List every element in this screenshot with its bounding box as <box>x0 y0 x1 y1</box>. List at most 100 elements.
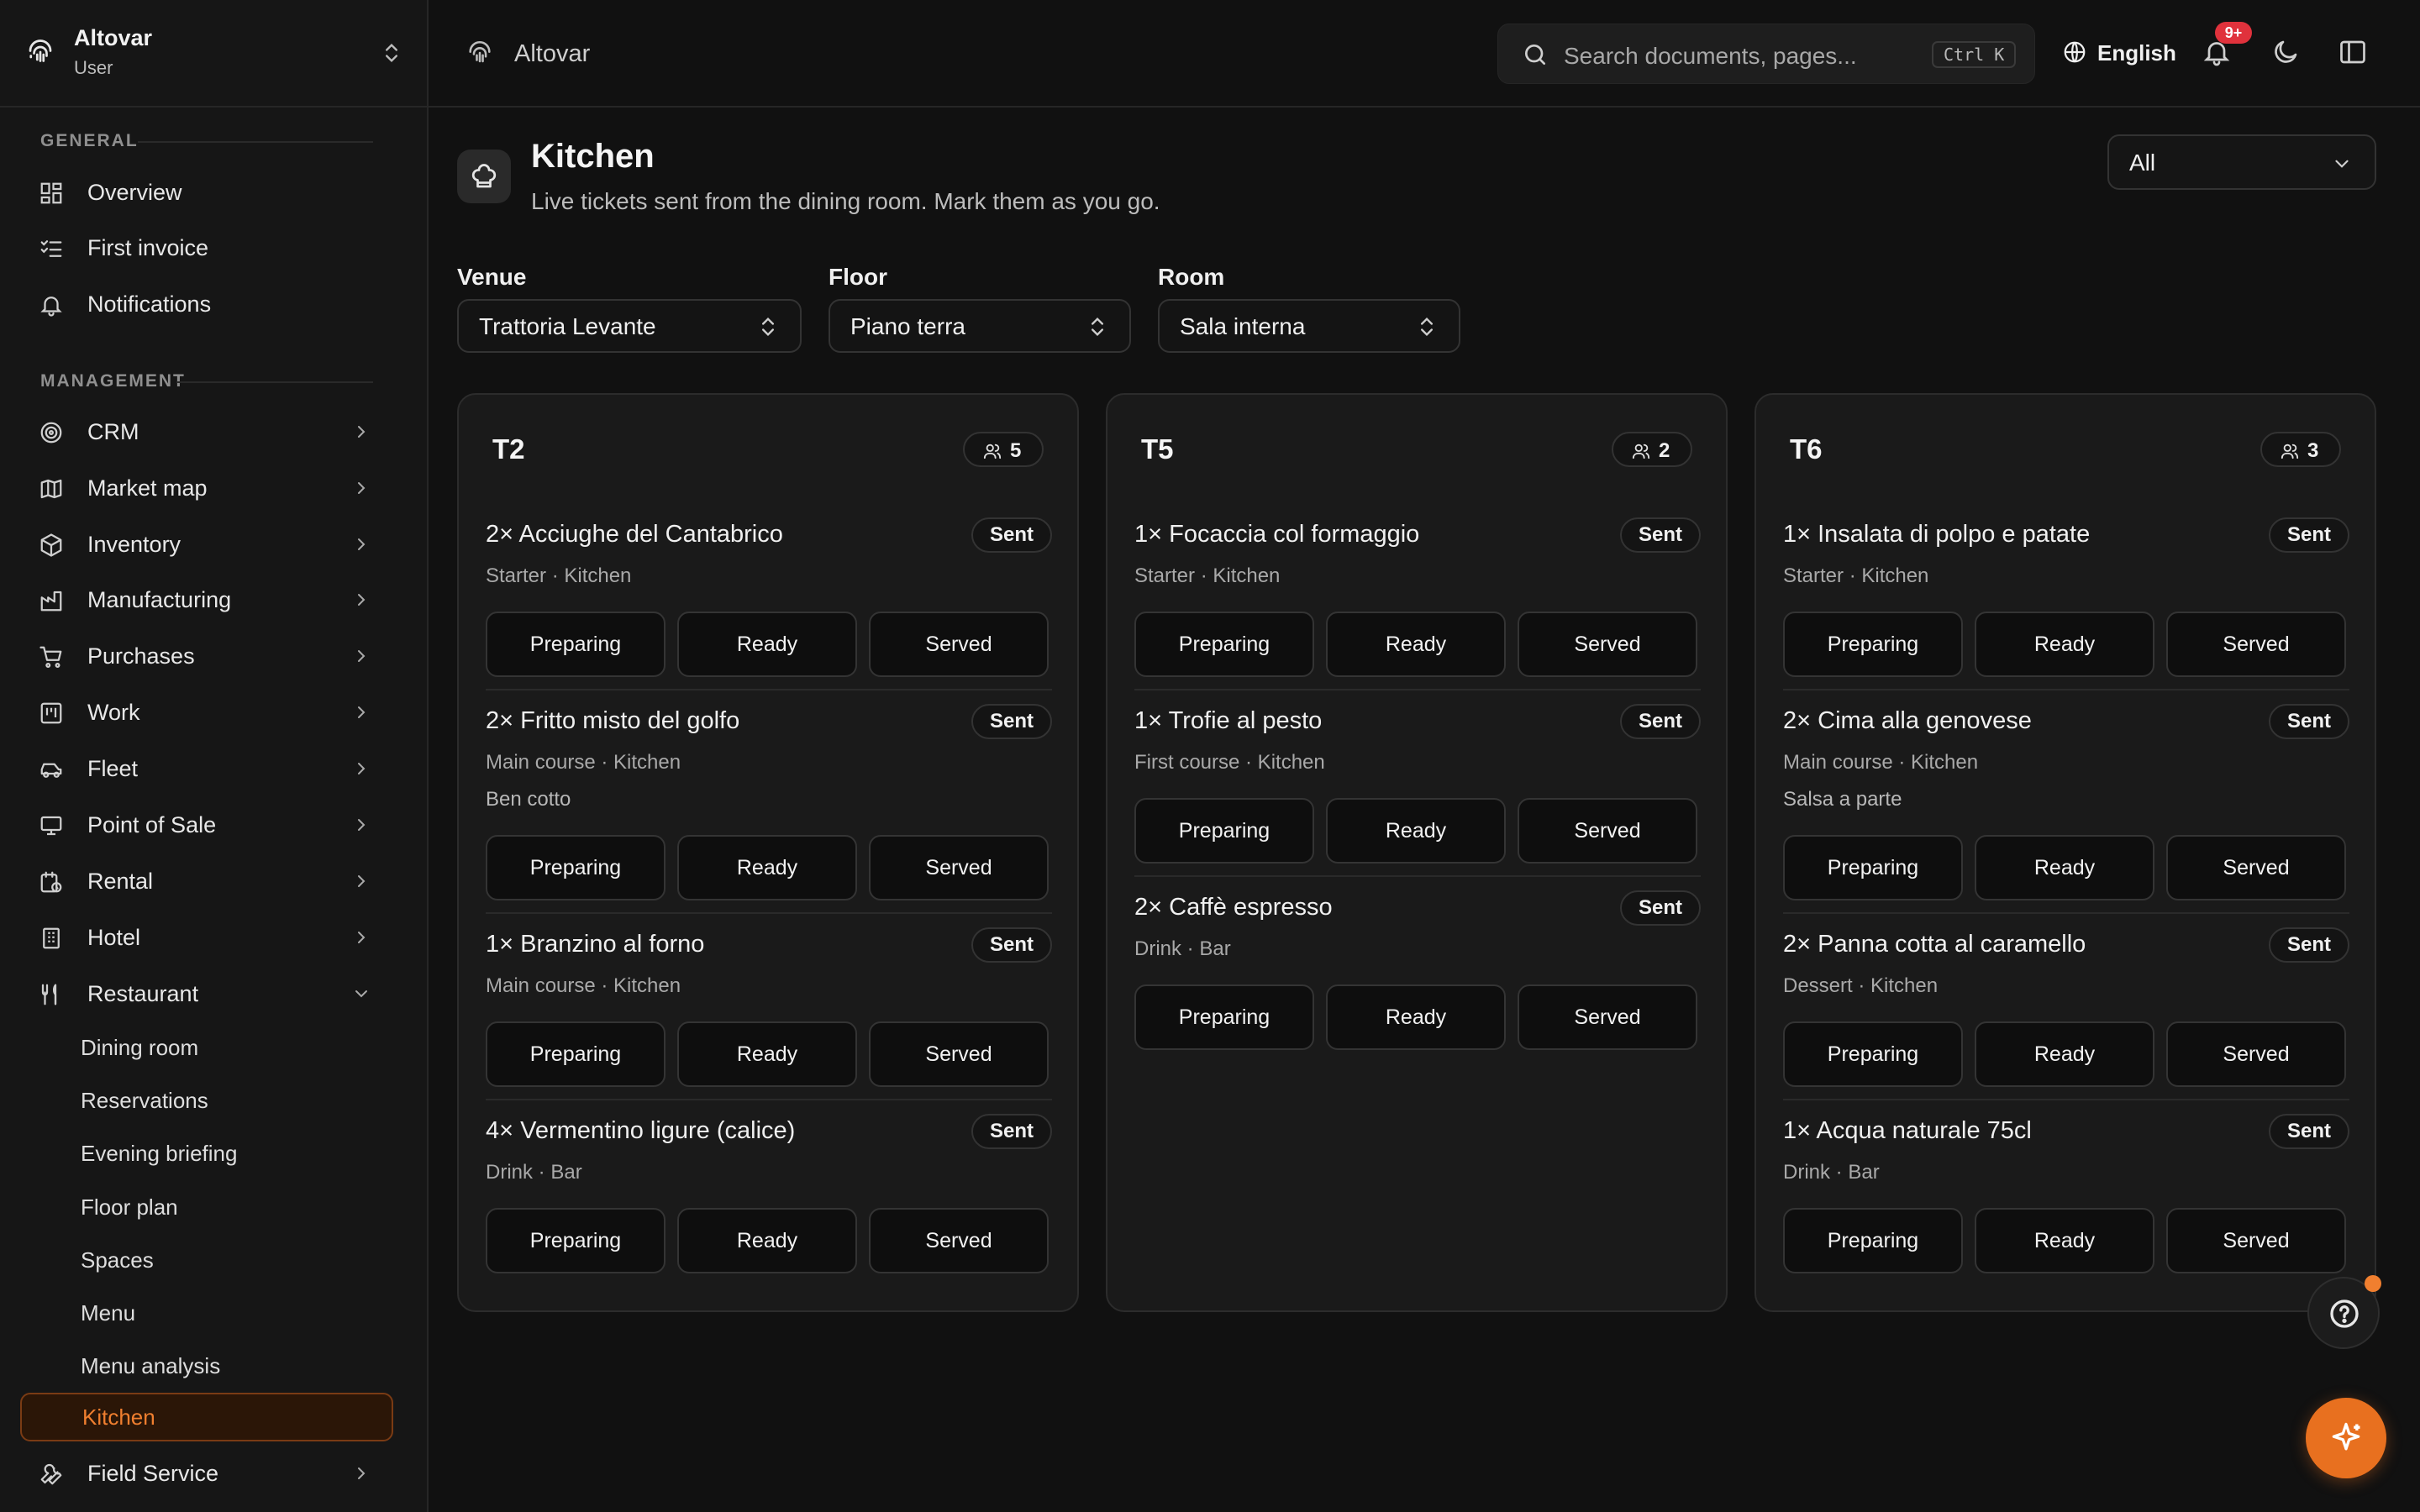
sidebar-item-market-map[interactable]: Market map <box>20 464 390 512</box>
sidebar-subitem-dining-room[interactable]: Dining room <box>20 1023 393 1072</box>
sidebar-item-label: First invoice <box>87 234 209 260</box>
status-badge: Sent <box>2268 1114 2349 1149</box>
served-button[interactable]: Served <box>1518 984 1697 1050</box>
served-button[interactable]: Served <box>2166 1021 2346 1087</box>
ticket-item-meta: Drink · Bar <box>486 1161 582 1184</box>
preparing-button[interactable]: Preparing <box>486 835 666 900</box>
ticket-item-note: Salsa a parte <box>1783 788 1902 811</box>
served-button[interactable]: Served <box>2166 835 2346 900</box>
preparing-button[interactable]: Preparing <box>1134 984 1314 1050</box>
sidebar-subitem-reservations[interactable]: Reservations <box>20 1076 393 1125</box>
sidebar-item-manufacturing[interactable]: Manufacturing <box>20 575 390 624</box>
sidebar-subitem-kitchen[interactable]: Kitchen <box>20 1393 393 1441</box>
ready-button[interactable]: Ready <box>1975 612 2154 677</box>
ready-button[interactable]: Ready <box>1975 835 2154 900</box>
sidebar-item-restaurant[interactable]: Restaurant <box>20 969 390 1018</box>
preparing-button[interactable]: Preparing <box>1134 612 1314 677</box>
ready-button[interactable]: Ready <box>677 835 857 900</box>
ready-button[interactable]: Ready <box>677 612 857 677</box>
room-value: Sala interna <box>1180 313 1306 339</box>
served-button[interactable]: Served <box>1518 798 1697 864</box>
box-icon <box>40 533 62 557</box>
language-selector[interactable]: English <box>2062 37 2180 71</box>
ready-button[interactable]: Ready <box>677 1208 857 1273</box>
sidebar-item-work[interactable]: Work <box>20 688 390 737</box>
chevrons-up-down-icon <box>386 44 397 62</box>
sidebar-item-rental[interactable]: Rental <box>20 857 390 906</box>
ready-button[interactable]: Ready <box>677 1021 857 1087</box>
sidebar-item-label: Market map <box>87 475 208 501</box>
help-indicator-dot <box>2365 1275 2381 1292</box>
users-icon <box>2281 444 2299 459</box>
sidebar-item-purchases[interactable]: Purchases <box>20 632 390 680</box>
venue-value: Trattoria Levante <box>479 313 656 339</box>
workspace-switcher[interactable]: Altovar User <box>0 0 429 108</box>
ticket-item-meta: Starter · Kitchen <box>1134 564 1281 587</box>
ticket-item-meta: Drink · Bar <box>1134 937 1231 960</box>
breadcrumb[interactable]: Altovar <box>514 40 590 68</box>
served-button[interactable]: Served <box>869 835 1049 900</box>
served-button[interactable]: Served <box>869 1021 1049 1087</box>
sidebar-item-overview[interactable]: Overview <box>20 168 390 217</box>
status-badge: Sent <box>971 927 1052 963</box>
sidebar-subitem-menu-analysis[interactable]: Menu analysis <box>20 1341 393 1390</box>
sidebar-item-first-invoice[interactable]: First invoice <box>20 223 390 272</box>
search-input[interactable]: Search documents, pages... Ctrl K <box>1497 24 2035 84</box>
status-filter-select[interactable]: All <box>2107 134 2376 190</box>
sidebar-item-label: CRM <box>87 418 139 444</box>
ticket-item-meta: Starter · Kitchen <box>486 564 632 587</box>
moon-icon[interactable] <box>2270 37 2301 67</box>
sidebar-item-label: Field Service <box>87 1460 219 1486</box>
room-select[interactable]: Sala interna <box>1158 299 1460 353</box>
preparing-button[interactable]: Preparing <box>1134 798 1314 864</box>
ticket-item-name: 1× Insalata di polpo e patate <box>1783 521 2091 548</box>
sidebar-item-label: Overview <box>87 179 182 205</box>
ready-button[interactable]: Ready <box>1326 612 1506 677</box>
floor-select[interactable]: Piano terra <box>829 299 1131 353</box>
sidebar-subitem-menu[interactable]: Menu <box>20 1289 393 1337</box>
guest-count: 5 <box>1010 439 1022 462</box>
chevron-right-icon <box>358 538 366 550</box>
ticket-item-meta: First course · Kitchen <box>1134 751 1325 774</box>
guest-count-badge: 2 <box>1612 432 1692 467</box>
status-badge: Sent <box>2268 517 2349 553</box>
served-button[interactable]: Served <box>2166 1208 2346 1273</box>
venue-select[interactable]: Trattoria Levante <box>457 299 802 353</box>
divider <box>1783 912 2349 914</box>
users-icon <box>983 444 1002 459</box>
sidebar-toggle-icon[interactable] <box>2338 37 2368 67</box>
sidebar-item-crm[interactable]: CRM <box>20 407 390 456</box>
guest-count: 3 <box>2307 439 2319 462</box>
guest-count: 2 <box>1659 439 1670 462</box>
preparing-button[interactable]: Preparing <box>486 1208 666 1273</box>
sidebar-item-fleet[interactable]: Fleet <box>20 744 390 793</box>
ready-button[interactable]: Ready <box>1975 1021 2154 1087</box>
sidebar-item-hotel[interactable]: Hotel <box>20 913 390 962</box>
preparing-button[interactable]: Preparing <box>486 1021 666 1087</box>
sidebar-subitem-evening-briefing[interactable]: Evening briefing <box>20 1129 393 1178</box>
ready-button[interactable]: Ready <box>1975 1208 2154 1273</box>
preparing-button[interactable]: Preparing <box>1783 835 1963 900</box>
preparing-button[interactable]: Preparing <box>1783 612 1963 677</box>
sidebar-subitem-floor-plan[interactable]: Floor plan <box>20 1183 393 1231</box>
ready-button[interactable]: Ready <box>1326 984 1506 1050</box>
preparing-button[interactable]: Preparing <box>1783 1208 1963 1273</box>
table-card-t2: T2 5 2× Acciughe del Cantabrico Sent Sta… <box>457 393 1079 1312</box>
sidebar-item-point-of-sale[interactable]: Point of Sale <box>20 801 390 849</box>
preparing-button[interactable]: Preparing <box>486 612 666 677</box>
served-button[interactable]: Served <box>2166 612 2346 677</box>
wrench-icon <box>40 1463 62 1485</box>
sidebar-item-label: Inventory <box>87 531 182 557</box>
ai-assistant-button[interactable] <box>2306 1398 2386 1478</box>
sidebar-item-field-service[interactable]: Field Service <box>20 1449 390 1498</box>
sidebar-item-notifications[interactable]: Notifications <box>20 280 390 328</box>
sidebar-item-inventory[interactable]: Inventory <box>20 520 390 569</box>
chevron-down-icon <box>355 990 367 998</box>
divider <box>1783 689 2349 690</box>
served-button[interactable]: Served <box>1518 612 1697 677</box>
served-button[interactable]: Served <box>869 1208 1049 1273</box>
preparing-button[interactable]: Preparing <box>1783 1021 1963 1087</box>
sidebar-subitem-spaces[interactable]: Spaces <box>20 1236 393 1284</box>
served-button[interactable]: Served <box>869 612 1049 677</box>
ready-button[interactable]: Ready <box>1326 798 1506 864</box>
